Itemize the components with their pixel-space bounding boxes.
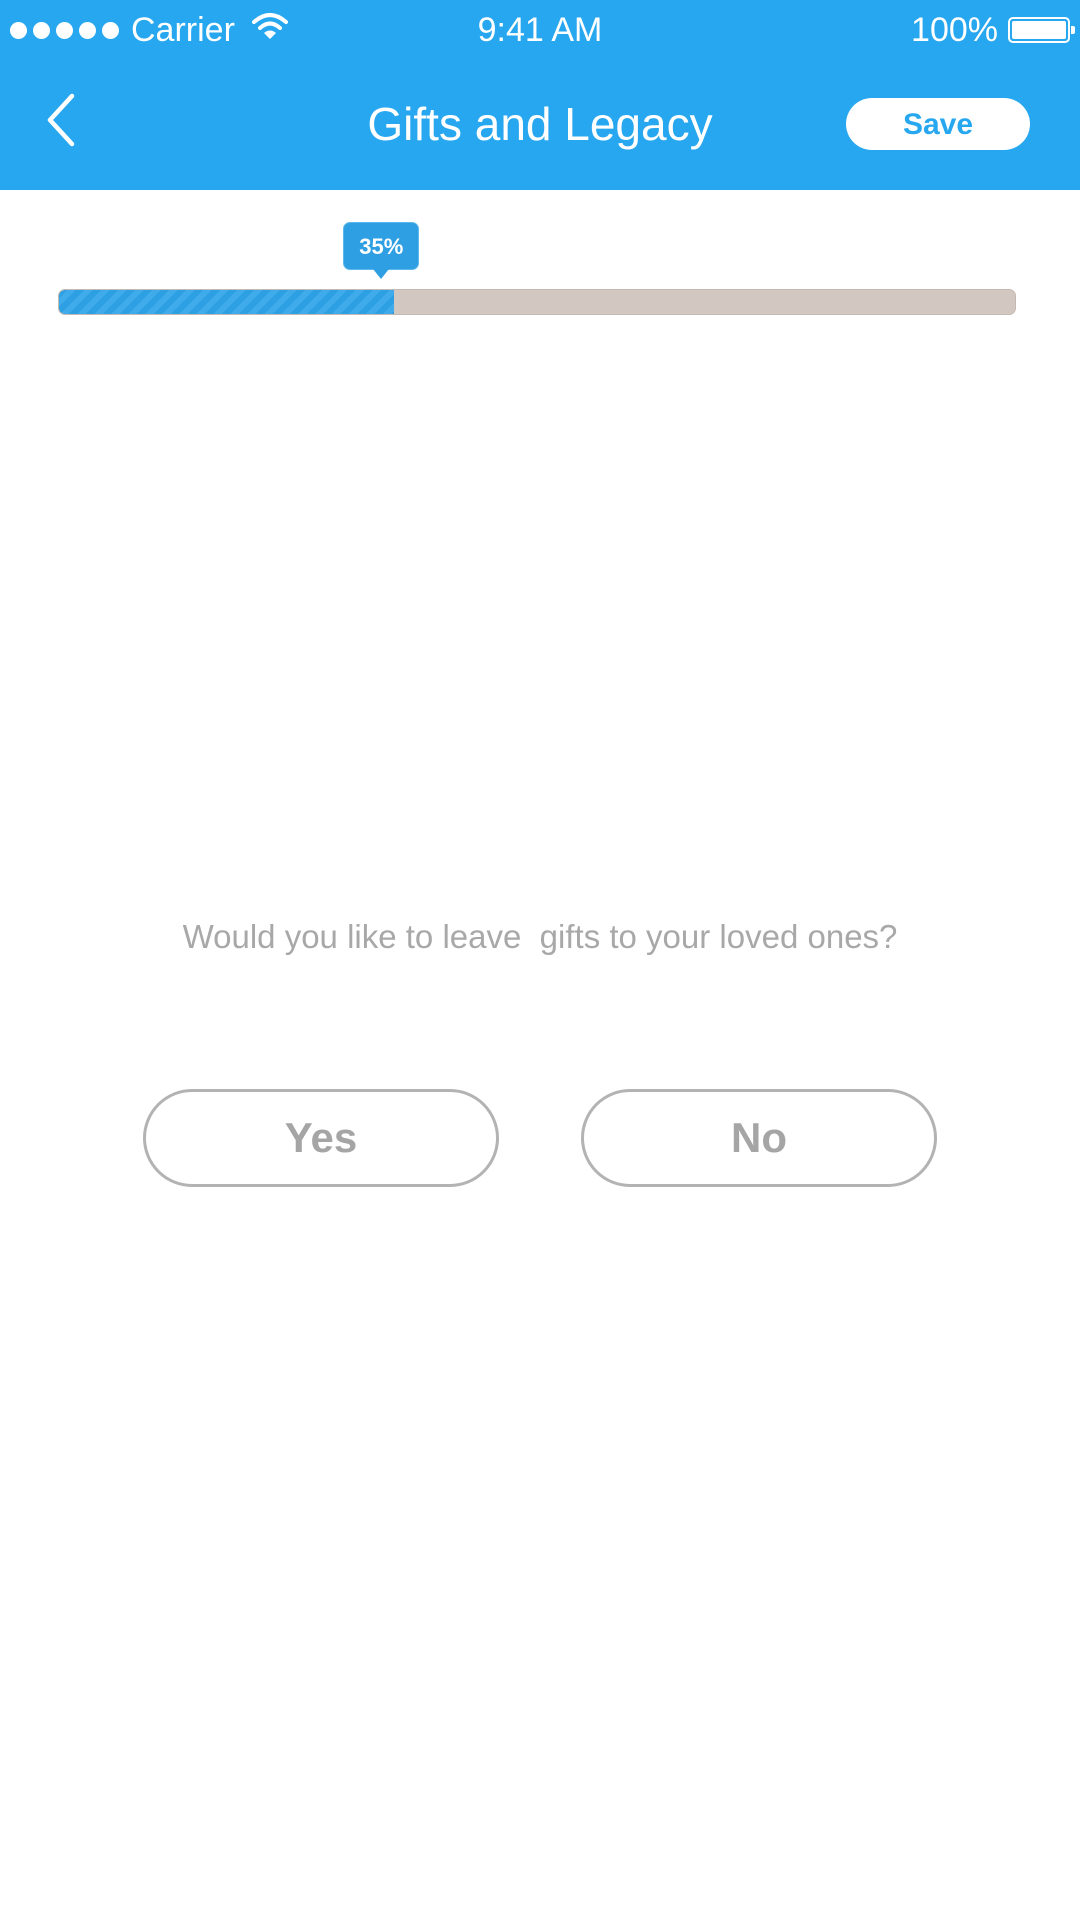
progress-indicator: 35%: [58, 222, 1016, 317]
top-bar: Carrier 9:41 AM 100% Gifts and Legacy Sa…: [0, 0, 1080, 190]
save-button[interactable]: Save: [846, 98, 1030, 150]
question-text: Would you like to leave gifts to your lo…: [182, 918, 898, 955]
battery-icon: [1008, 17, 1075, 43]
progress-fill: [59, 290, 395, 314]
battery-percent: 100%: [911, 10, 998, 49]
progress-track: [58, 289, 1016, 315]
no-button[interactable]: No: [581, 1089, 937, 1187]
yes-button[interactable]: Yes: [143, 1089, 499, 1187]
progress-tooltip: 35%: [343, 222, 420, 279]
nav-bar: Gifts and Legacy Save: [0, 60, 1080, 190]
status-bar: Carrier 9:41 AM 100%: [0, 0, 1080, 60]
status-right: 100%: [911, 8, 1075, 52]
gifts-legacy-screen: Carrier 9:41 AM 100% Gifts and Legacy Sa…: [0, 0, 1080, 1920]
